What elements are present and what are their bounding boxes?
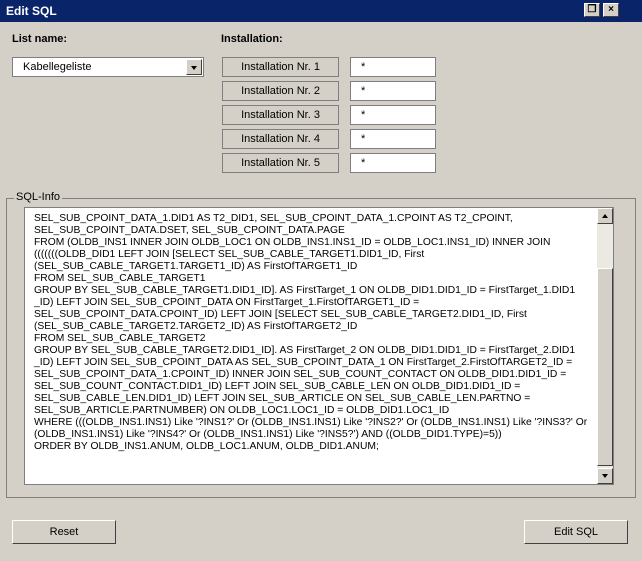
installation-field[interactable]: *: [350, 81, 436, 101]
installation-row-label: Installation Nr. 5: [222, 153, 339, 173]
window-title: Edit SQL: [6, 4, 57, 18]
installation-field[interactable]: *: [350, 57, 436, 77]
installation-row-label: Installation Nr. 4: [222, 129, 339, 149]
scroll-up-icon[interactable]: [597, 208, 613, 224]
reset-button[interactable]: Reset: [12, 520, 116, 544]
installation-label: Installation:: [221, 33, 283, 45]
vertical-scrollbar[interactable]: [597, 208, 613, 484]
close-icon[interactable]: ×: [603, 3, 619, 17]
installation-row-label: Installation Nr. 2: [222, 81, 339, 101]
scroll-thumb[interactable]: [597, 268, 613, 466]
list-name-select[interactable]: Kabellegeliste: [12, 57, 204, 77]
installation-row-label: Installation Nr. 1: [222, 57, 339, 77]
installation-field[interactable]: *: [350, 129, 436, 149]
chevron-down-icon[interactable]: [186, 59, 202, 75]
installation-field[interactable]: *: [350, 153, 436, 173]
list-name-value: Kabellegeliste: [23, 61, 92, 73]
sql-text: SEL_SUB_CPOINT_DATA_1.DID1 AS T2_DID1, S…: [34, 213, 588, 452]
installation-field[interactable]: *: [350, 105, 436, 125]
installation-row-label: Installation Nr. 3: [222, 105, 339, 125]
title-bar: Edit SQL ❐ ×: [0, 0, 642, 22]
scroll-down-icon[interactable]: [597, 468, 613, 484]
sql-text-area[interactable]: SEL_SUB_CPOINT_DATA_1.DID1 AS T2_DID1, S…: [24, 207, 614, 485]
sql-info-label: SQL-Info: [14, 191, 63, 203]
edit-sql-button[interactable]: Edit SQL: [524, 520, 628, 544]
list-name-label: List name:: [12, 33, 68, 45]
restore-window-icon[interactable]: ❐: [584, 3, 600, 17]
